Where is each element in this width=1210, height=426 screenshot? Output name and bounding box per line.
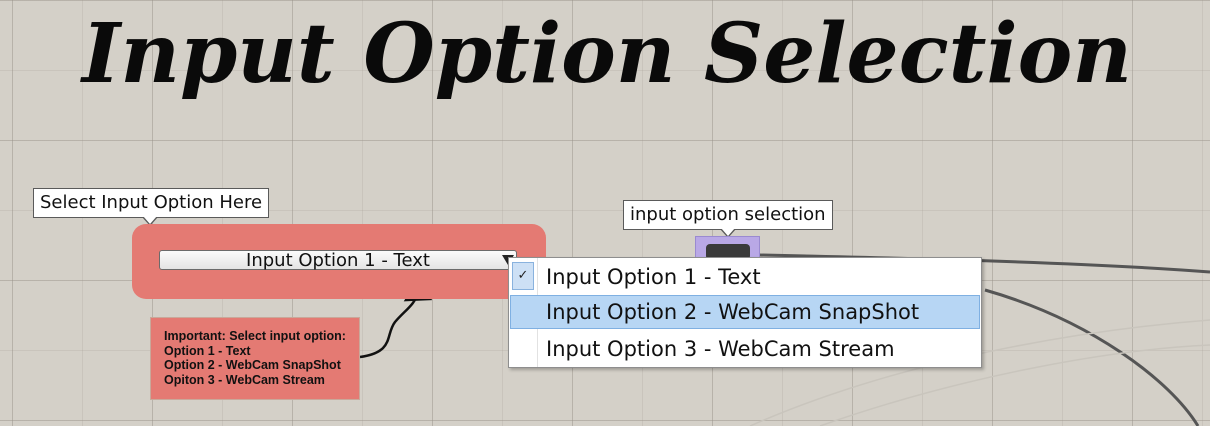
important-note-panel: Important: Select input option: Option 1…	[150, 317, 360, 400]
note-line: Option 2 - WebCam SnapShot	[164, 358, 341, 372]
menu-item-option-2[interactable]: Input Option 2 - WebCam SnapShot	[510, 295, 980, 329]
tooltip-select-input-text: Select Input Option Here	[40, 192, 263, 213]
menu-item-label: Input Option 2 - WebCam SnapShot	[546, 300, 920, 324]
note-line: Important: Select input option:	[164, 329, 346, 343]
note-line: Opiton 3 - WebCam Stream	[164, 372, 325, 387]
options-dropdown-menu[interactable]: ✓ Input Option 1 - Text Input Option 2 -…	[508, 257, 982, 368]
tooltip-node-text: input option selection	[630, 204, 826, 225]
note-arrow	[359, 291, 420, 359]
note-line: Option 1 - Text	[164, 343, 251, 358]
tooltip-node: input option selection	[623, 200, 833, 238]
check-icon: ✓	[512, 262, 534, 290]
menu-item-label: Input Option 1 - Text	[546, 265, 761, 289]
menu-item-option-1[interactable]: ✓ Input Option 1 - Text	[510, 260, 980, 294]
menu-item-option-3[interactable]: Input Option 3 - WebCam Stream	[510, 332, 980, 366]
input-option-combo[interactable]: Input Option 1 - Text	[159, 250, 517, 271]
tooltip-select-input: Select Input Option Here	[33, 188, 270, 226]
menu-item-label: Input Option 3 - WebCam Stream	[546, 337, 895, 361]
page-title: Input Option Selection	[82, 6, 1132, 102]
combo-selected-value: Input Option 1 - Text	[246, 250, 430, 271]
